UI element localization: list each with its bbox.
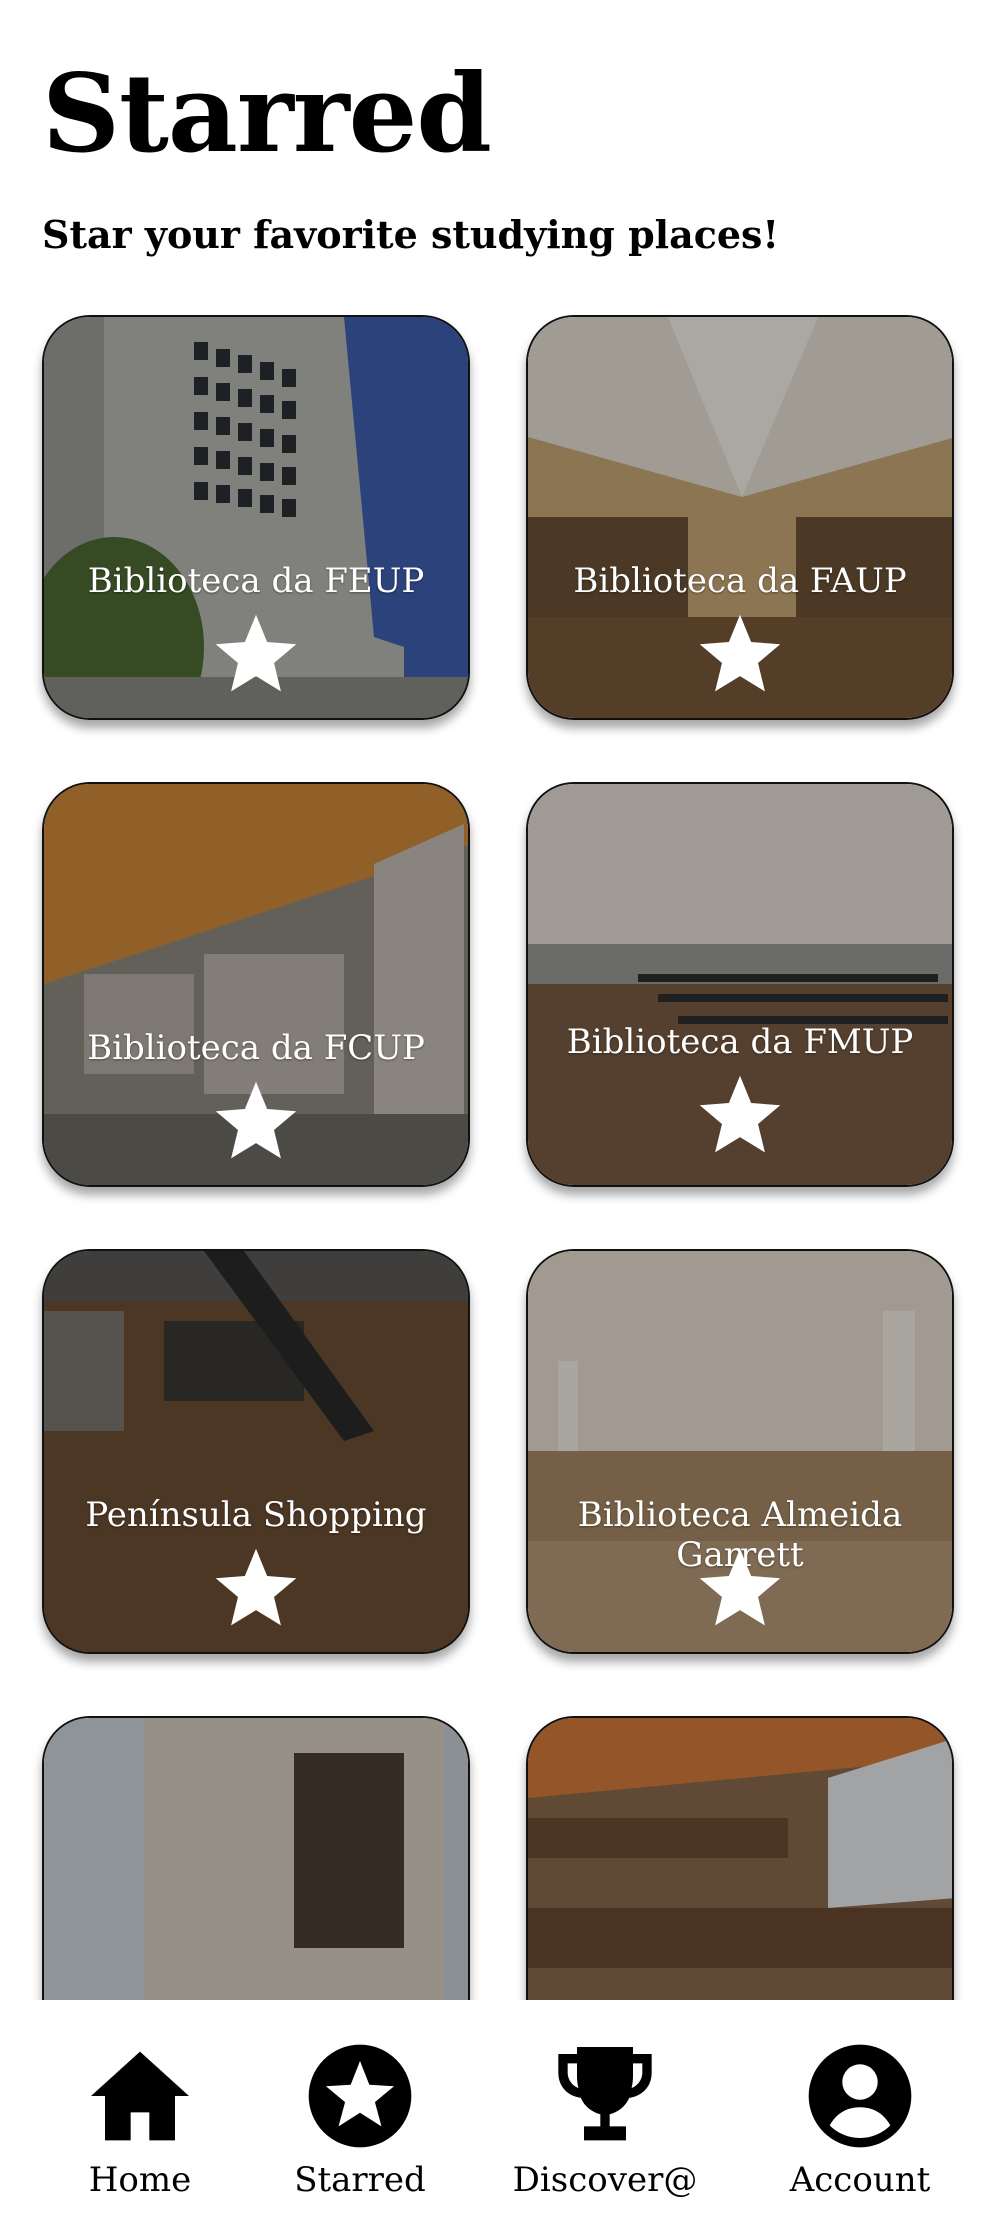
nav-label-discover: Discover@	[512, 2160, 698, 2200]
star-icon[interactable]	[210, 1076, 302, 1168]
nav-home[interactable]: Home	[80, 2040, 200, 2200]
photo-overlay	[44, 1718, 468, 2000]
star-icon[interactable]	[694, 1070, 786, 1162]
nav-label-starred: Starred	[294, 2160, 426, 2200]
place-card-7[interactable]	[42, 1716, 470, 2000]
bottom-navigation: Home Starred Discover@ Account	[0, 2000, 1000, 2223]
star-icon[interactable]	[210, 609, 302, 701]
place-card-fmup[interactable]: Biblioteca da FMUP	[526, 782, 954, 1187]
star-icon[interactable]	[694, 1543, 786, 1635]
nav-account[interactable]: Account	[780, 2040, 940, 2200]
place-name: Biblioteca da FMUP	[566, 1022, 914, 1062]
place-card-feup[interactable]: Biblioteca da FEUP	[42, 315, 470, 720]
place-name: Península Shopping	[85, 1495, 427, 1535]
photo-overlay	[528, 1718, 952, 2000]
place-card-fcup[interactable]: Biblioteca da FCUP	[42, 782, 470, 1187]
place-card-faup[interactable]: Biblioteca da FAUP	[526, 315, 954, 720]
trophy-icon	[558, 2047, 652, 2141]
home-icon	[91, 2051, 189, 2141]
star-icon[interactable]	[694, 609, 786, 701]
place-name: Biblioteca da FCUP	[87, 1028, 425, 1068]
nav-label-home: Home	[88, 2160, 192, 2200]
nav-starred[interactable]: Starred	[290, 2040, 430, 2200]
account-icon	[808, 2044, 912, 2148]
place-card-almeida-garrett[interactable]: Biblioteca Almeida Garrett	[526, 1249, 954, 1654]
place-name: Biblioteca da FAUP	[573, 561, 907, 601]
place-card-8[interactable]	[526, 1716, 954, 2000]
star-icon[interactable]	[210, 1543, 302, 1635]
nav-discover[interactable]: Discover@	[512, 2040, 698, 2200]
star-circle-icon	[308, 2044, 412, 2148]
place-card-peninsula[interactable]: Península Shopping	[42, 1249, 470, 1654]
nav-label-account: Account	[789, 2160, 931, 2200]
starred-places-grid: Biblioteca da FEUP Biblioteca da FAUP Bi…	[0, 0, 1000, 2000]
place-name: Biblioteca da FEUP	[87, 561, 425, 601]
